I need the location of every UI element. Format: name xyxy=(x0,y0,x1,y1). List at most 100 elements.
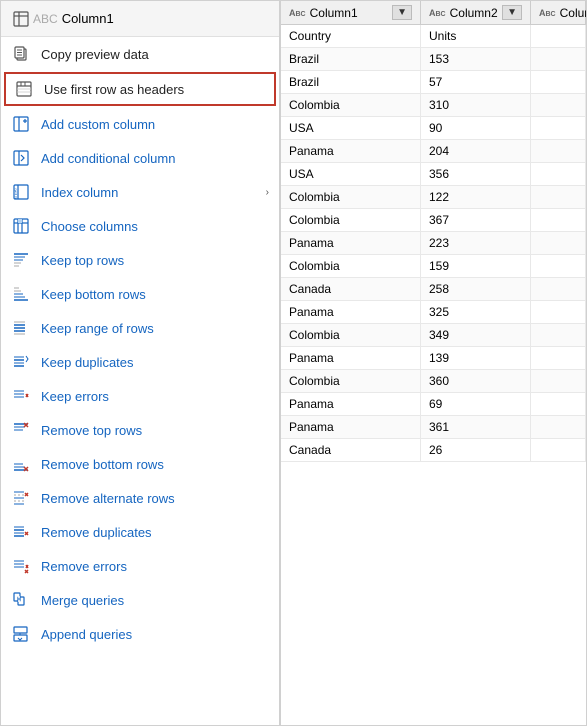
keep-range-rows-label: Keep range of rows xyxy=(41,321,269,336)
merge-queries-label: Merge queries xyxy=(41,593,269,608)
choose-columns-label: Choose columns xyxy=(41,219,269,234)
table-cell-col3 xyxy=(531,25,586,47)
remove-alt-icon xyxy=(11,488,31,508)
remove-dup-icon xyxy=(11,522,31,542)
table-cell-col3 xyxy=(531,48,586,70)
table-cell-col3 xyxy=(531,140,586,162)
table-cell-col3 xyxy=(531,416,586,438)
col2-type-icon: ABC xyxy=(429,8,446,18)
table-cell-col2: 367 xyxy=(421,209,531,231)
remove-alternate-rows-label: Remove alternate rows xyxy=(41,491,269,506)
table-cell-col2: 360 xyxy=(421,370,531,392)
table-cell-col1: Colombia xyxy=(281,94,421,116)
col2-filter-button[interactable]: ▼ xyxy=(502,5,522,20)
table-cell-col3 xyxy=(531,117,586,139)
table-cell-col1: USA xyxy=(281,117,421,139)
table-row: Brazil57 xyxy=(281,71,586,94)
table-cell-col2: Units xyxy=(421,25,531,47)
menu-item-append-queries[interactable]: Append queries xyxy=(1,617,279,651)
table-row: Panama361 xyxy=(281,416,586,439)
table-row: Panama204 xyxy=(281,140,586,163)
table-cell-col1: Brazil xyxy=(281,71,421,93)
menu-item-keep-range-rows[interactable]: Keep range of rows xyxy=(1,311,279,345)
table-cell-col2: 204 xyxy=(421,140,531,162)
table-row: Canada26 xyxy=(281,439,586,462)
remove-duplicates-label: Remove duplicates xyxy=(41,525,269,540)
table-cell-col2: 361 xyxy=(421,416,531,438)
menu-item-use-first-row[interactable]: Use first row as headers xyxy=(4,72,276,106)
remove-top-rows-label: Remove top rows xyxy=(41,423,269,438)
table-cell-col1: Canada xyxy=(281,439,421,461)
merge-icon xyxy=(11,590,31,610)
menu-item-keep-errors[interactable]: Keep errors xyxy=(1,379,279,413)
col1-type-icon: ABC xyxy=(289,8,306,18)
abc-label-header: ABC xyxy=(33,12,58,26)
menu-item-keep-duplicates[interactable]: Keep duplicates xyxy=(1,345,279,379)
table-row: USA90 xyxy=(281,117,586,140)
first-row-icon xyxy=(14,79,34,99)
table-header-icon xyxy=(11,9,31,29)
conditional-col-icon xyxy=(11,148,31,168)
table-cell-col2: 90 xyxy=(421,117,531,139)
table-row: Canada258 xyxy=(281,278,586,301)
table-cell-col2: 139 xyxy=(421,347,531,369)
menu-item-remove-bottom-rows[interactable]: Remove bottom rows xyxy=(1,447,279,481)
col3-name: Colum xyxy=(560,6,587,20)
menu-item-index-column[interactable]: 1 2 3 Index column › xyxy=(1,175,279,209)
keep-bottom-rows-label: Keep bottom rows xyxy=(41,287,269,302)
table-row: Panama223 xyxy=(281,232,586,255)
table-cell-col3 xyxy=(531,232,586,254)
table-cell-col1: Colombia xyxy=(281,209,421,231)
table-row: Brazil153 xyxy=(281,48,586,71)
table-cell-col1: Panama xyxy=(281,416,421,438)
table-cell-col1: Colombia xyxy=(281,255,421,277)
menu-item-copy-preview[interactable]: Copy preview data xyxy=(1,37,279,71)
table-cell-col2: 223 xyxy=(421,232,531,254)
menu-item-choose-columns[interactable]: Choose columns xyxy=(1,209,279,243)
table-row: CountryUnits xyxy=(281,25,586,48)
table-cell-col1: Panama xyxy=(281,393,421,415)
table-cell-col2: 153 xyxy=(421,48,531,70)
remove-bottom-icon xyxy=(11,454,31,474)
table-cell-col3 xyxy=(531,278,586,300)
table-cell-col2: 310 xyxy=(421,94,531,116)
column3-header: ABC Colum xyxy=(531,1,586,24)
menu-item-add-custom-col[interactable]: Add custom column xyxy=(1,107,279,141)
menu-header: ABC Column1 xyxy=(1,1,279,37)
table-cell-col1: Brazil xyxy=(281,48,421,70)
col2-name: Column2 xyxy=(450,6,498,20)
add-conditional-col-label: Add conditional column xyxy=(41,151,269,166)
table-cell-col1: Panama xyxy=(281,347,421,369)
table-cell-col2: 122 xyxy=(421,186,531,208)
menu-item-add-conditional-col[interactable]: Add conditional column xyxy=(1,141,279,175)
choose-col-icon xyxy=(11,216,31,236)
table-cell-col1: Colombia xyxy=(281,324,421,346)
col1-filter-button[interactable]: ▼ xyxy=(392,5,412,20)
table-cell-col3 xyxy=(531,439,586,461)
remove-bottom-rows-label: Remove bottom rows xyxy=(41,457,269,472)
menu-item-merge-queries[interactable]: Merge queries xyxy=(1,583,279,617)
keep-range-icon xyxy=(11,318,31,338)
menu-item-remove-errors[interactable]: Remove errors xyxy=(1,549,279,583)
append-queries-label: Append queries xyxy=(41,627,269,642)
table-cell-col1: Colombia xyxy=(281,186,421,208)
remove-err-icon xyxy=(11,556,31,576)
use-first-row-label: Use first row as headers xyxy=(44,82,266,97)
menu-item-keep-bottom-rows[interactable]: Keep bottom rows xyxy=(1,277,279,311)
index-column-label: Index column xyxy=(41,185,256,200)
table-cell-col1: USA xyxy=(281,163,421,185)
menu-item-remove-duplicates[interactable]: Remove duplicates xyxy=(1,515,279,549)
menu-item-remove-alternate-rows[interactable]: Remove alternate rows xyxy=(1,481,279,515)
table-body: CountryUnitsBrazil153Brazil57Colombia310… xyxy=(281,25,586,725)
table-row: Colombia349 xyxy=(281,324,586,347)
menu-item-keep-top-rows[interactable]: Keep top rows xyxy=(1,243,279,277)
keep-bottom-icon xyxy=(11,284,31,304)
table-cell-col3 xyxy=(531,393,586,415)
menu-item-remove-top-rows[interactable]: Remove top rows xyxy=(1,413,279,447)
dropdown-menu: ABC Column1 Copy preview data xyxy=(0,0,280,726)
table-row: Colombia310 xyxy=(281,94,586,117)
table-row: Colombia367 xyxy=(281,209,586,232)
table-cell-col2: 356 xyxy=(421,163,531,185)
copy-icon xyxy=(11,44,31,64)
column2-header: ABC Column2 ▼ xyxy=(421,1,531,24)
